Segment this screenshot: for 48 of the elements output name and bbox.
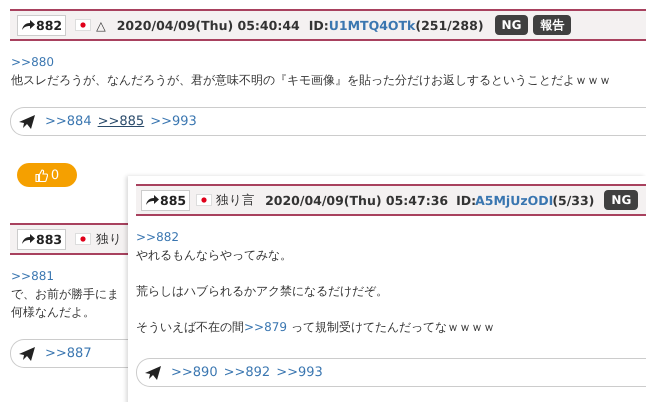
anchor-link[interactable]: >>880 bbox=[11, 55, 54, 69]
post-text: で、お前が勝手にま bbox=[11, 287, 119, 301]
thumbs-up-icon bbox=[34, 168, 48, 182]
reply-link[interactable]: >>892 bbox=[224, 365, 270, 380]
anchor-link[interactable]: >>881 bbox=[11, 269, 54, 283]
post-text: そういえば不在の間 bbox=[136, 320, 244, 334]
post-text: やれるもんならやってみな。 bbox=[136, 248, 292, 262]
post-number: 882 bbox=[36, 18, 62, 32]
paper-plane-icon bbox=[19, 346, 35, 360]
post-count: (5/33) bbox=[552, 192, 594, 208]
reply-link[interactable]: >>993 bbox=[150, 114, 197, 129]
user-id-link[interactable]: A5MjUzODI bbox=[475, 192, 554, 208]
paper-plane-icon bbox=[145, 366, 161, 380]
reply-link[interactable]: >>887 bbox=[45, 346, 92, 361]
flag-icon bbox=[75, 233, 92, 245]
reply-number-button[interactable]: 882 bbox=[17, 14, 66, 36]
flag-icon bbox=[75, 19, 92, 31]
post-number: 883 bbox=[36, 232, 62, 246]
action-button[interactable]: NG bbox=[494, 15, 528, 35]
poster-name: 独り bbox=[96, 230, 122, 248]
anchor-link[interactable]: >>879 bbox=[244, 320, 288, 334]
post-text: 荒らしはハブられるかアク禁になるだけだぞ。 bbox=[136, 284, 388, 298]
paper-plane-icon bbox=[19, 114, 35, 128]
reply-number-button[interactable]: 885 bbox=[141, 190, 190, 210]
reply-link[interactable]: >>884 bbox=[45, 114, 92, 129]
poster-name: △ bbox=[96, 18, 106, 32]
post-date: 2020/04/09(Thu) 05:47:36 bbox=[265, 192, 448, 208]
post-text: 他スレだろうが、なんだろうが、君が意味不明の『キモ画像』を貼った分だけお返しするということだよｗｗｗ bbox=[11, 73, 611, 87]
flag-icon bbox=[196, 194, 212, 206]
post-number: 885 bbox=[160, 192, 186, 208]
post-count: (251/288) bbox=[415, 18, 484, 32]
share-arrow-icon bbox=[21, 233, 35, 245]
id-label: ID: bbox=[308, 18, 329, 32]
action-button[interactable]: NG bbox=[604, 190, 638, 210]
action-button[interactable]: 報告 bbox=[533, 15, 572, 35]
user-id-link[interactable]: U1MTQ4OTk bbox=[328, 18, 416, 32]
id-label: ID: bbox=[456, 192, 476, 208]
poster-name: 独り言 bbox=[216, 192, 256, 208]
share-arrow-icon bbox=[145, 194, 159, 206]
reply-link[interactable]: >>885 bbox=[98, 114, 144, 129]
post-text: 何様なんだよ。 bbox=[11, 305, 95, 319]
share-arrow-icon bbox=[21, 19, 35, 31]
post-date: 2020/04/09(Thu) 05:40:44 bbox=[116, 18, 300, 32]
anchor-link[interactable]: >>882 bbox=[136, 230, 180, 244]
reply-link[interactable]: >>993 bbox=[276, 365, 323, 380]
reply-link[interactable]: >>890 bbox=[171, 365, 218, 380]
post-text: って規制受けてたんだってなｗｗｗｗ bbox=[290, 320, 495, 334]
reply-number-button[interactable]: 883 bbox=[17, 228, 66, 250]
